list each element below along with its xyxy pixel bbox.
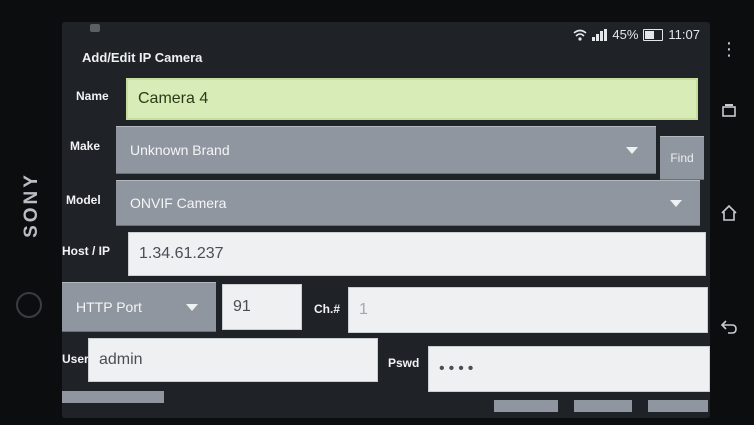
battery-icon	[643, 28, 664, 41]
bottom-button-2[interactable]	[574, 400, 632, 412]
channel-input[interactable]: 1	[348, 287, 708, 333]
recent-apps-icon[interactable]	[714, 96, 744, 126]
make-label: Make	[70, 139, 101, 153]
chevron-down-icon	[186, 304, 198, 311]
password-input[interactable]: ••••	[428, 346, 710, 392]
host-ip-input[interactable]: 1.34.61.237	[128, 232, 706, 276]
bottom-button-left[interactable]	[62, 391, 164, 403]
overflow-menu-icon[interactable]: ⋮	[714, 34, 744, 64]
notification-icon	[90, 24, 100, 32]
bottom-button-1[interactable]	[494, 400, 558, 412]
model-selected-value: ONVIF Camera	[130, 195, 227, 211]
model-label: Model	[66, 193, 101, 207]
status-bar: 45% 11:07	[62, 22, 710, 52]
wifi-icon	[573, 29, 587, 41]
make-selected-value: Unknown Brand	[130, 142, 230, 158]
make-select[interactable]: Unknown Brand	[116, 126, 656, 174]
brand-text: SONY	[21, 172, 43, 238]
bottom-button-3[interactable]	[648, 400, 708, 412]
status-indicators: 45% 11:07	[573, 27, 700, 42]
camera-name-input[interactable]: Camera 4	[126, 78, 698, 120]
name-label: Name	[76, 89, 109, 103]
phone-screen: 45% 11:07 Add/Edit IP Camera Name Camera…	[62, 22, 710, 418]
hardware-button	[16, 292, 42, 318]
page-title: Add/Edit IP Camera	[82, 50, 203, 65]
system-nav-bar: ⋮	[714, 30, 744, 400]
password-label: Pswd	[388, 356, 420, 370]
username-input[interactable]: admin	[88, 338, 378, 382]
back-icon[interactable]	[714, 312, 744, 342]
find-button[interactable]: Find	[660, 136, 704, 180]
phone-brand-logo: SONY	[12, 160, 52, 250]
host-label: Host / IP	[62, 244, 111, 258]
signal-icon	[592, 28, 608, 41]
port-type-value: HTTP Port	[76, 299, 142, 315]
battery-percent: 45%	[612, 27, 639, 42]
port-type-select[interactable]: HTTP Port	[62, 282, 216, 332]
chevron-down-icon	[670, 200, 682, 207]
model-select[interactable]: ONVIF Camera	[116, 180, 700, 226]
user-label: User	[62, 352, 89, 366]
chevron-down-icon	[626, 147, 638, 154]
port-input[interactable]: 91	[222, 284, 302, 330]
home-icon[interactable]	[714, 198, 744, 228]
clock: 11:07	[668, 27, 700, 42]
channel-label: Ch.#	[314, 302, 341, 316]
